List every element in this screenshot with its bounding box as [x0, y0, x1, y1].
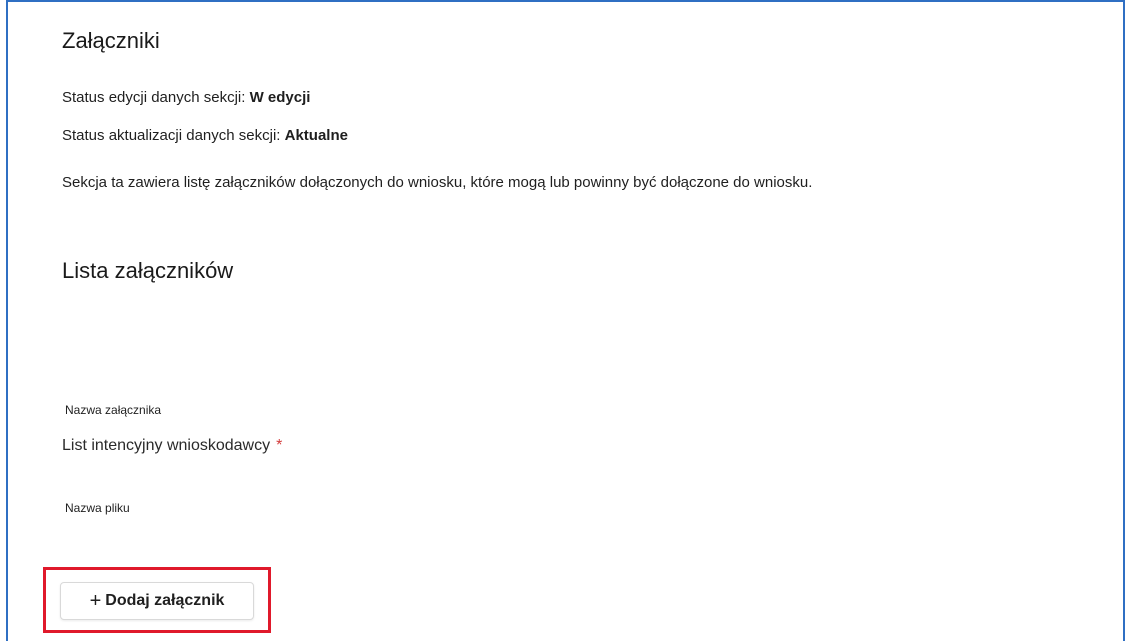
attachment-name-label: Nazwa załącznika: [65, 403, 162, 417]
section-title: Załączniki: [62, 28, 160, 53]
update-status: Status aktualizacji danych sekcji: Aktua…: [62, 127, 348, 144]
file-name-label: Nazwa pliku: [65, 501, 130, 515]
update-status-value: Aktualne: [284, 127, 348, 144]
edit-status: Status edycji danych sekcji: W edycji: [62, 89, 310, 106]
attachments-list-title: Lista załączników: [62, 258, 234, 283]
add-attachment-button[interactable]: + Dodaj załącznik: [60, 582, 254, 620]
add-attachment-label: Dodaj załącznik: [105, 592, 225, 609]
edit-status-label: Status edycji danych sekcji:: [62, 89, 246, 106]
update-status-label: Status aktualizacji danych sekcji:: [62, 127, 281, 144]
section-description: Sekcja ta zawiera listę załączników dołą…: [62, 174, 813, 191]
plus-icon: +: [89, 590, 102, 612]
attachment-name-value: List intencyjny wnioskodawcy *: [62, 437, 282, 455]
attachment-name-text: List intencyjny wnioskodawcy: [62, 437, 271, 454]
edit-status-value: W edycji: [249, 89, 311, 106]
required-marker: *: [276, 437, 283, 454]
